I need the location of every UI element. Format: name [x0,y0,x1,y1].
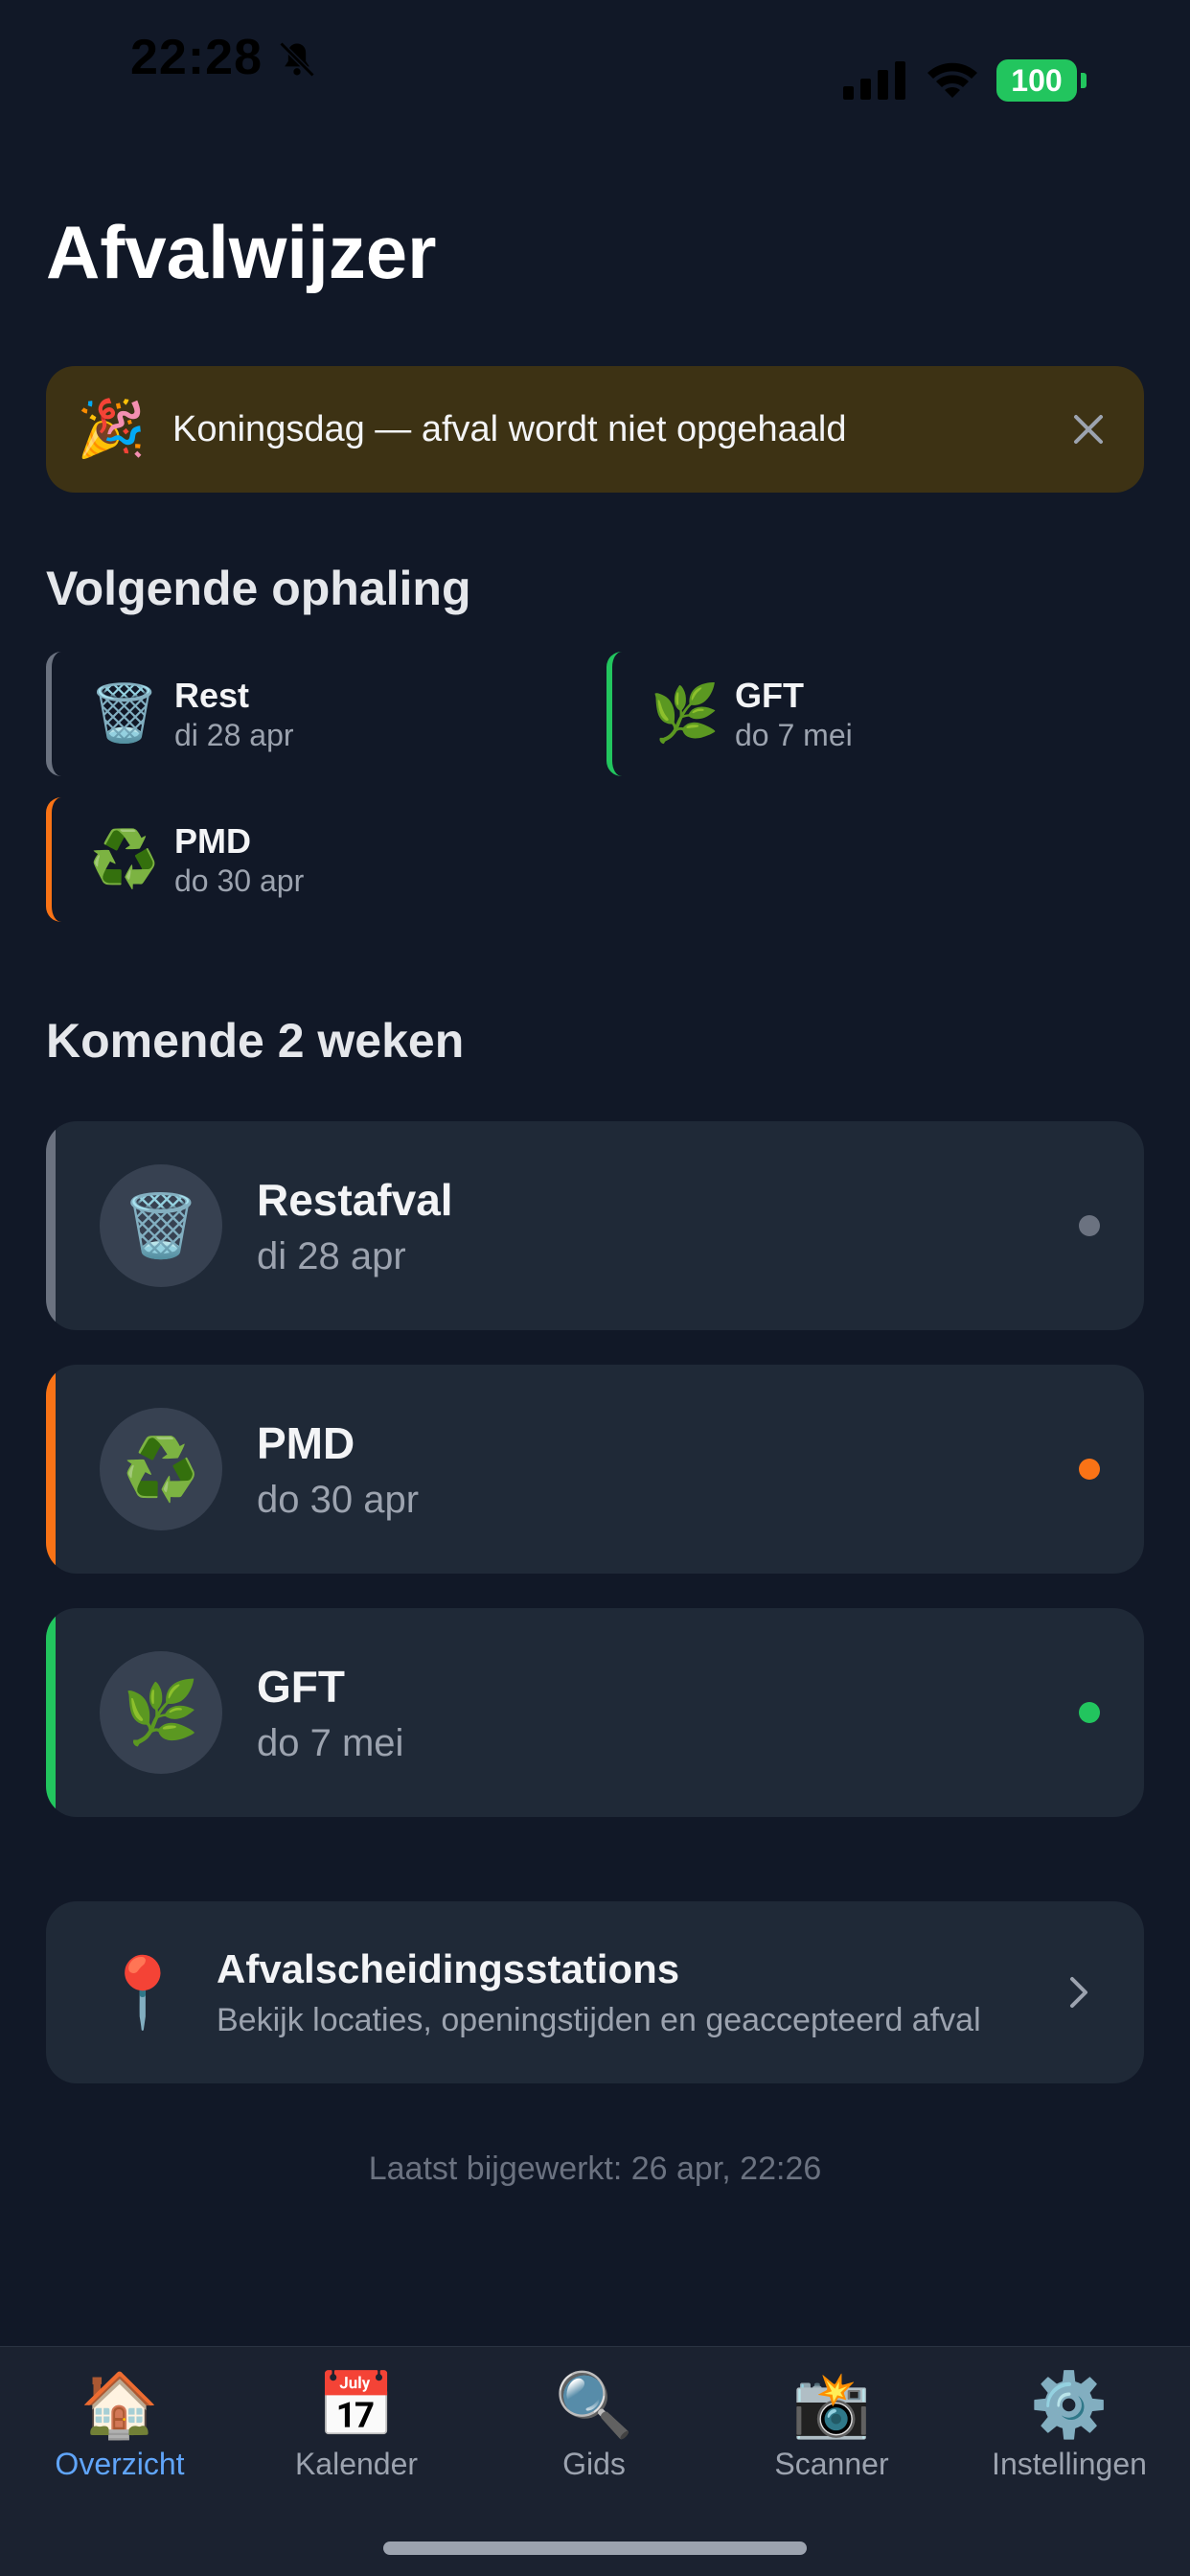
herb-icon: 🌿 [100,1651,222,1774]
chip-accent [46,797,61,922]
chevron-right-icon [1060,1968,1098,2016]
card-date: do 7 mei [257,1721,404,1764]
wifi-icon [927,62,977,98]
status-dot [1079,1215,1100,1236]
next-pickup-gft[interactable]: 🌿 GFT do 7 mei [606,652,1124,776]
chip-name: PMD [174,820,251,861]
muted-bell-icon [279,41,315,78]
tab-scanner[interactable]: 📸 Scanner [717,2366,947,2482]
tab-gids[interactable]: 🔍 Gids [479,2366,709,2482]
tab-label: Overzicht [55,2447,185,2481]
tab-instellingen[interactable]: ⚙️ Instellingen [954,2366,1184,2482]
status-dot [1079,1702,1100,1723]
card-accent [46,1365,56,1574]
banner-text: Koningsdag — afval wordt niet opgehaald [172,408,847,449]
trash-bin-icon: 🗑️ [89,682,160,745]
magnifier-icon: 🔍 [554,2369,634,2440]
stations-card[interactable]: 📍 Afvalscheidingsstations Bekijk locatie… [46,1901,1144,2083]
chip-date: do 30 apr [174,862,305,898]
house-icon: 🏠 [80,2369,160,2440]
gear-icon: ⚙️ [1029,2369,1110,2440]
status-dot [1079,1459,1100,1480]
tab-kalender[interactable]: 📅 Kalender [241,2366,471,2482]
status-time: 22:28 [130,30,263,85]
party-popper-icon: 🎉 [77,398,147,460]
status-bar: 22:28 100 [0,0,1190,125]
battery-level: 100 [996,59,1077,102]
trash-bin-icon: 🗑️ [100,1164,222,1287]
chip-date: di 28 apr [174,717,294,752]
herb-icon: 🌿 [650,682,721,745]
chip-name: GFT [735,675,804,715]
tab-label: Gids [562,2447,626,2481]
home-indicator [383,2542,807,2555]
card-date: do 30 apr [257,1478,420,1521]
cellular-signal-icon [843,61,905,100]
tab-label: Instellingen [992,2447,1147,2481]
stations-title: Afvalscheidingsstations [217,1945,680,1991]
next-pickup-title: Volgende ophaling [46,562,471,615]
map-pin-icon: 📍 [100,1954,186,2032]
holiday-banner: 🎉 Koningsdag — afval wordt niet opgehaal… [46,366,1144,493]
upcoming-title: Komende 2 weken [46,1014,465,1068]
recycle-icon: ♻️ [89,828,160,890]
upcoming-item-pmd[interactable]: ♻️ PMD do 30 apr [46,1365,1144,1574]
camera-flash-icon: 📸 [791,2369,872,2440]
card-accent [46,1121,56,1330]
next-pickup-pmd[interactable]: ♻️ PMD do 30 apr [46,797,563,922]
card-name: Restafval [257,1174,453,1225]
close-icon [1074,415,1103,444]
chip-accent [606,652,622,776]
screen: 22:28 100 Afvalwijzer 🎉 Koningsdag — afv… [0,0,1190,2576]
card-accent [46,1608,56,1817]
calendar-icon: 📅 [316,2369,397,2440]
chip-date: do 7 mei [735,717,853,752]
card-date: di 28 apr [257,1234,406,1277]
battery-icon: 100 [996,59,1087,102]
upcoming-item-gft[interactable]: 🌿 GFT do 7 mei [46,1608,1144,1817]
next-pickup-rest[interactable]: 🗑️ Rest di 28 apr [46,652,563,776]
tab-overzicht[interactable]: 🏠 Overzicht [5,2366,235,2482]
tab-label: Scanner [774,2447,889,2481]
chip-name: Rest [174,675,250,715]
last-updated-text: Laatst bijgewerkt: 26 apr, 22:26 [368,2150,822,2187]
chip-accent [46,652,61,776]
recycle-icon: ♻️ [100,1408,222,1530]
stations-subtitle: Bekijk locaties, openingstijden en geacc… [217,2001,981,2038]
upcoming-item-restafval[interactable]: 🗑️ Restafval di 28 apr [46,1121,1144,1330]
close-banner-button[interactable] [1060,401,1117,458]
page-title: Afvalwijzer [46,210,437,294]
card-name: PMD [257,1417,355,1468]
tab-label: Kalender [294,2447,419,2481]
card-name: GFT [257,1661,345,1712]
